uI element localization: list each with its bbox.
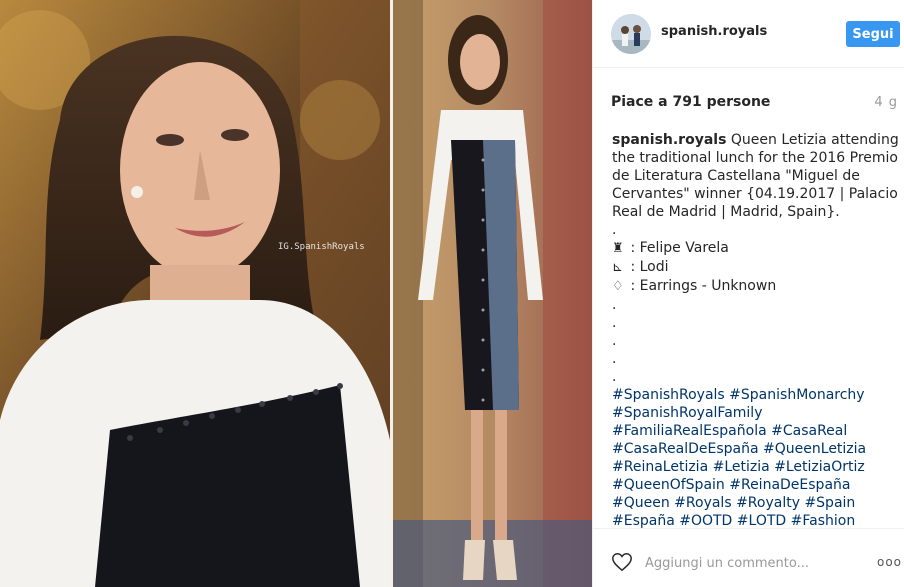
follow-button[interactable]: Segui bbox=[846, 21, 900, 47]
caption-author[interactable]: spanish.royals bbox=[612, 132, 726, 148]
post-details-panel: spanish.royals Segui Piace a 791 persone… bbox=[592, 0, 904, 587]
caption-line: Real de Madrid | Madrid, Spain}. bbox=[612, 204, 840, 220]
caption-line: spanish.royals Queen Letizia attending bbox=[612, 132, 899, 148]
avatar-image bbox=[611, 14, 651, 54]
post-header: spanish.royals Segui bbox=[593, 0, 904, 68]
credit-earrings: ♢ : Earrings - Unknown bbox=[612, 278, 777, 294]
post-time[interactable]: 4 g bbox=[874, 95, 898, 110]
caption-dot: . bbox=[612, 222, 617, 238]
caption-line: the traditional lunch for the 2016 Premi… bbox=[612, 150, 898, 166]
caption-line: Cervantes" winner {04.19.2017 | Palacio bbox=[612, 186, 898, 202]
credit-shoes: ⊾ : Lodi bbox=[612, 259, 669, 275]
credit-dress: ♜ : Felipe Varela bbox=[612, 240, 729, 256]
likes-count[interactable]: Piace a 791 persone bbox=[611, 94, 770, 110]
hashtag-line[interactable]: #Queen #Royals #Royalty #Spain bbox=[612, 494, 898, 512]
caption-dot: . bbox=[612, 297, 617, 313]
full-length-photo bbox=[393, 0, 592, 587]
hashtag-line[interactable]: #QueenOfSpain #ReinaDeEspaña bbox=[612, 476, 898, 494]
post-image[interactable]: IG.SpanishRoyals bbox=[0, 0, 592, 587]
dress-icon: ♜ bbox=[612, 241, 624, 256]
caption-dot: . bbox=[612, 333, 617, 349]
hashtag-line[interactable]: #SpanishRoyalFamily bbox=[612, 404, 898, 422]
heart-icon[interactable] bbox=[611, 551, 633, 573]
username-link[interactable]: spanish.royals bbox=[661, 24, 767, 39]
hashtag-line[interactable]: #FamiliaRealEspañola #CasaReal bbox=[612, 422, 898, 440]
portrait-illustration bbox=[0, 0, 390, 587]
caption-dot: . bbox=[612, 351, 617, 367]
diamond-icon: ♢ bbox=[612, 279, 624, 294]
portrait-photo: IG.SpanishRoyals bbox=[0, 0, 390, 587]
hashtag-line[interactable]: #ReinaLetizia #Letizia #LetiziaOrtiz bbox=[612, 458, 898, 476]
more-options-icon[interactable]: ooo bbox=[877, 555, 902, 569]
avatar[interactable] bbox=[611, 14, 651, 54]
post-caption: spanish.royals Queen Letizia attending t… bbox=[612, 131, 899, 530]
caption-dot: . bbox=[612, 369, 617, 385]
full-length-illustration bbox=[393, 0, 592, 587]
hashtag-line[interactable]: #CasaRealDeEspaña #QueenLetizia bbox=[612, 440, 898, 458]
comment-input[interactable] bbox=[645, 553, 850, 573]
hashtag-line[interactable]: #SpanishRoyals #SpanishMonarchy bbox=[612, 386, 898, 404]
caption-dot: . bbox=[612, 315, 617, 331]
photo-watermark: IG.SpanishRoyals bbox=[278, 242, 365, 252]
shoe-icon: ⊾ bbox=[612, 260, 623, 275]
comment-bar: ooo bbox=[593, 528, 904, 587]
caption-line: de Literatura Castellana "Miguel de bbox=[612, 168, 860, 184]
